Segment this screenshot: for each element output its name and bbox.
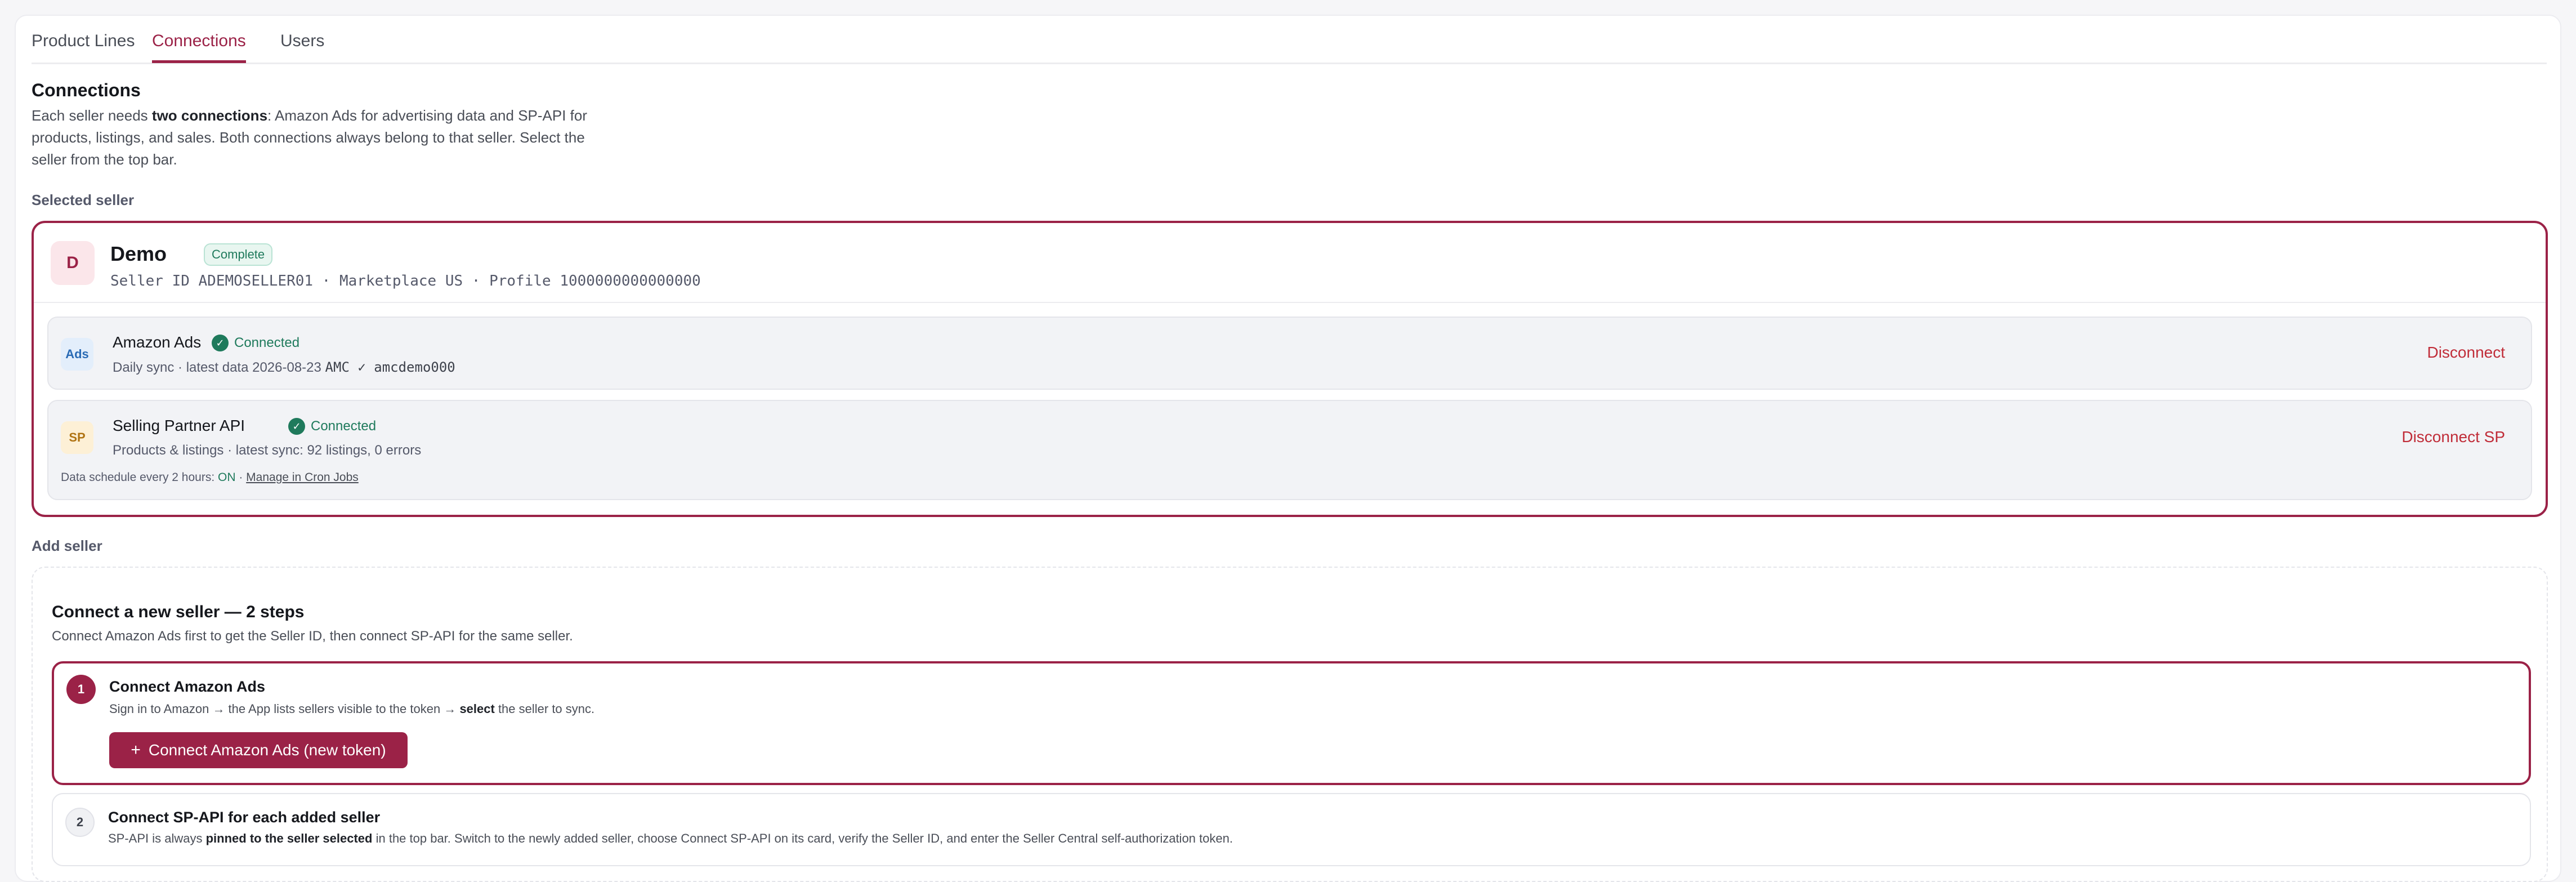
disconnect-button[interactable]: Disconnect: [2427, 344, 2505, 362]
step-number: 2: [65, 808, 95, 837]
add-seller-card: Connect a new seller — 2 steps Connect A…: [32, 567, 2548, 882]
step-title: Connect Amazon Ads: [109, 678, 266, 695]
data-schedule: Data schedule every 2 hours: ON · Manage…: [61, 471, 359, 484]
add-seller-label: Add seller: [32, 537, 102, 554]
step-description: Sign in to Amazon → the App lists seller…: [109, 702, 594, 716]
sync-info: Daily sync · latest data 2026-08-23: [113, 360, 321, 375]
tab-users[interactable]: Users: [280, 32, 324, 63]
button-label: Connect Amazon Ads (new token): [148, 741, 386, 759]
connections-intro: Each seller needs two connections: Amazo…: [32, 105, 617, 171]
section-title: Connections: [32, 80, 141, 100]
step-text: SP-API is always: [108, 831, 206, 845]
selected-seller-card: D Demo Complete Seller ID ADEMOSELLER01 …: [32, 221, 2548, 517]
connection-title: Amazon Ads: [113, 333, 202, 351]
connect-amazon-ads-button[interactable]: + Connect Amazon Ads (new token): [109, 732, 408, 768]
check-circle-icon: ✓: [288, 418, 305, 435]
tab-connections[interactable]: Connections: [152, 32, 246, 63]
add-seller-title: Connect a new seller — 2 steps: [52, 603, 305, 621]
step-title: Connect SP-API for each added seller: [108, 809, 381, 826]
schedule-separator: ·: [235, 471, 247, 484]
status-text: Connected: [311, 418, 377, 434]
schedule-text: Data schedule every 2 hours:: [61, 471, 218, 484]
step-connect-amazon-ads: 1 Connect Amazon Ads Sign in to Amazon →…: [52, 661, 2531, 785]
selected-seller-label: Selected seller: [32, 191, 135, 208]
step-text-rest: in the top bar. Switch to the newly adde…: [372, 831, 1233, 845]
check-circle-icon: ✓: [212, 335, 229, 351]
add-seller-subtitle: Connect Amazon Ads first to get the Sell…: [52, 629, 573, 644]
step-bold: pinned to the seller selected: [205, 831, 373, 845]
connection-status: ✓ Connected: [288, 418, 376, 435]
manage-cron-jobs-link[interactable]: Manage in Cron Jobs: [246, 471, 359, 484]
avatar: D: [51, 241, 95, 285]
plus-icon: +: [131, 741, 141, 759]
schedule-status: ON: [218, 471, 236, 484]
tab-product-lines[interactable]: Product Lines: [32, 32, 135, 63]
intro-bold: two connections: [151, 107, 268, 124]
step-description: SP-API is always pinned to the seller se…: [108, 831, 1233, 846]
status-badge: Complete: [204, 243, 273, 266]
step-text-rest: the seller to sync.: [494, 702, 595, 716]
seller-header: D Demo Complete Seller ID ADEMOSELLER01 …: [34, 223, 2546, 303]
amc-info: AMC ✓ amcdemo000: [325, 359, 455, 375]
step-bold: select: [459, 702, 495, 716]
intro-text: Each seller needs: [32, 107, 152, 124]
seller-meta: Seller ID ADEMOSELLER01 · Marketplace US…: [110, 273, 701, 289]
connection-details: Daily sync · latest data 2026-08-23 AMC …: [113, 359, 455, 376]
seller-name: Demo: [110, 242, 167, 265]
sp-icon: SP: [61, 421, 93, 454]
disconnect-sp-button[interactable]: Disconnect SP: [2401, 428, 2505, 446]
connection-details: Products & listings · latest sync: 92 li…: [113, 443, 422, 458]
amazon-ads-connection: Ads Amazon Ads ✓ Connected Daily sync · …: [47, 317, 2532, 390]
connection-title: Selling Partner API: [113, 417, 245, 434]
connection-status: ✓ Connected: [212, 335, 299, 351]
ads-icon: Ads: [61, 338, 93, 371]
tab-bar: Product Lines Connections Users: [32, 16, 2547, 64]
settings-panel: Product Lines Connections Users Connecti…: [15, 15, 2561, 882]
step-number: 1: [66, 675, 96, 704]
sp-api-connection: SP Selling Partner API ✓ Connected Produ…: [47, 400, 2532, 500]
step-connect-sp-api: 2 Connect SP-API for each added seller S…: [52, 793, 2531, 866]
status-text: Connected: [234, 335, 300, 350]
step-text: Sign in to Amazon → the App lists seller…: [109, 702, 460, 716]
